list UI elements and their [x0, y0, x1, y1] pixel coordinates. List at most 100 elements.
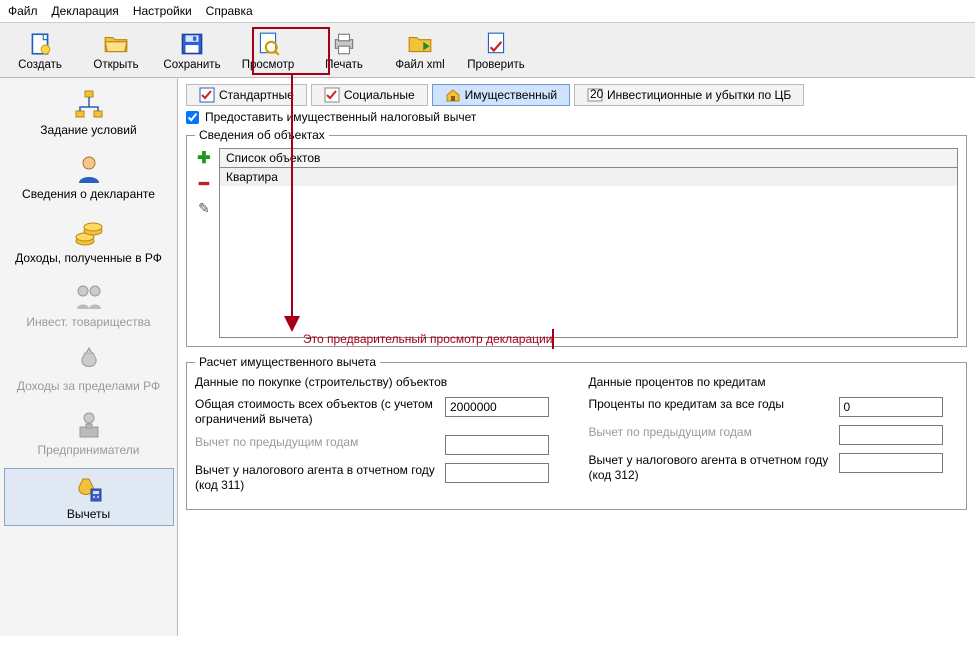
add-object-button[interactable]: ✚: [197, 148, 210, 168]
print-button[interactable]: Печать: [310, 29, 378, 73]
interest-input[interactable]: [839, 397, 943, 417]
svg-text:20...: 20...: [590, 87, 603, 101]
sidebar-label: Задание условий: [7, 123, 171, 137]
objects-list-row[interactable]: Квартира: [220, 168, 957, 186]
tab-label: Социальные: [344, 88, 415, 102]
coins-icon: [73, 217, 105, 249]
calc-interest-col: Данные процентов по кредитам Проценты по…: [589, 375, 959, 501]
save-label: Сохранить: [163, 59, 220, 71]
prev-years-interest-row: Вычет по предыдущим годам: [589, 425, 959, 445]
create-button[interactable]: Создать: [6, 29, 74, 73]
menu-file[interactable]: Файл: [8, 4, 38, 18]
annotation-text: Это предварительный просмотр декларации: [303, 328, 554, 349]
interest-row: Проценты по кредитам за все годы: [589, 397, 959, 417]
agent-311-input[interactable]: [445, 463, 549, 483]
xml-button[interactable]: Файл xml: [386, 29, 454, 73]
sidebar-label: Предприниматели: [7, 443, 171, 457]
provide-deduction-checkbox[interactable]: [186, 111, 199, 124]
xml-label: Файл xml: [395, 59, 444, 71]
new-file-icon: [27, 31, 53, 57]
sidebar-item-income-rf[interactable]: Доходы, полученные в РФ: [4, 212, 174, 270]
tax-calc-icon: [73, 473, 105, 505]
open-label: Открыть: [93, 59, 138, 71]
check-label: Проверить: [467, 59, 525, 71]
calc-purchase-col: Данные по покупке (строительству) объект…: [195, 375, 565, 501]
sidebar-label: Вычеты: [7, 507, 171, 521]
checklist-icon: [199, 87, 215, 103]
sidebar-item-invest-partnership[interactable]: Инвест. товарищества: [4, 276, 174, 334]
calc-interest-title: Данные процентов по кредитам: [589, 375, 959, 389]
preview-button[interactable]: Просмотр: [234, 29, 302, 73]
preview-label: Просмотр: [242, 59, 295, 71]
sidebar-label: Инвест. товарищества: [7, 315, 171, 329]
tab-label: Инвестиционные и убытки по ЦБ: [607, 88, 791, 102]
calc-legend: Расчет имущественного вычета: [195, 355, 380, 369]
prev-years-interest-label: Вычет по предыдущим годам: [589, 425, 829, 440]
objects-fieldset: Сведения об объектах ✚ ━ ✎ Список объект…: [186, 128, 967, 347]
toolbar: Создать Открыть Сохранить Просмотр Печат…: [0, 23, 975, 78]
agent-312-input[interactable]: [839, 453, 943, 473]
check-button[interactable]: Проверить: [462, 29, 530, 73]
menu-settings[interactable]: Настройки: [133, 4, 192, 18]
sidebar-label: Доходы, полученные в РФ: [7, 251, 171, 265]
sidebar-item-declarant[interactable]: Сведения о декларанте: [4, 148, 174, 206]
tab-standard[interactable]: Стандартные: [186, 84, 307, 106]
main-panel: Стандартные Социальные Имущественный 20.…: [178, 78, 975, 636]
tab-label: Имущественный: [465, 88, 557, 102]
prev-years-interest-input[interactable]: [839, 425, 943, 445]
agent-311-row: Вычет у налогового агента в отчетном год…: [195, 463, 565, 493]
tab-invest[interactable]: 20... Инвестиционные и убытки по ЦБ: [574, 84, 804, 106]
sidebar-item-entrepreneurs[interactable]: Предприниматели: [4, 404, 174, 462]
print-label: Печать: [325, 59, 363, 71]
agent-312-row: Вычет у налогового агента в отчетном год…: [589, 453, 959, 483]
tree-icon: [73, 89, 105, 121]
sidebar-item-conditions[interactable]: Задание условий: [4, 84, 174, 142]
check-doc-icon: [483, 31, 509, 57]
calendar-icon: 20...: [587, 87, 603, 103]
provide-deduction-label: Предоставить имущественный налоговый выч…: [205, 110, 476, 124]
xml-export-icon: [407, 31, 433, 57]
remove-object-button[interactable]: ━: [199, 174, 209, 194]
open-button[interactable]: Открыть: [82, 29, 150, 73]
menu-declaration[interactable]: Декларация: [52, 4, 119, 18]
sidebar-item-income-foreign[interactable]: Доходы за пределами РФ: [4, 340, 174, 398]
create-label: Создать: [18, 59, 62, 71]
floppy-icon: [179, 31, 205, 57]
tab-label: Стандартные: [219, 88, 294, 102]
sidebar-item-deductions[interactable]: Вычеты: [4, 468, 174, 526]
menu-bar: Файл Декларация Настройки Справка: [0, 0, 975, 23]
sidebar-label: Сведения о декларанте: [7, 187, 171, 201]
tab-property[interactable]: Имущественный: [432, 84, 570, 106]
person-icon: [73, 153, 105, 185]
printer-icon: [331, 31, 357, 57]
calc-purchase-title: Данные по покупке (строительству) объект…: [195, 375, 565, 389]
menu-help[interactable]: Справка: [206, 4, 253, 18]
house-icon: [445, 87, 461, 103]
calc-fieldset: Расчет имущественного вычета Данные по п…: [186, 355, 967, 510]
sidebar-label: Доходы за пределами РФ: [7, 379, 171, 393]
tab-social[interactable]: Социальные: [311, 84, 428, 106]
edit-object-button[interactable]: ✎: [198, 200, 210, 217]
total-cost-row: Общая стоимость всех объектов (с учетом …: [195, 397, 565, 427]
total-cost-input[interactable]: [445, 397, 549, 417]
objects-list[interactable]: Список объектов Квартира: [219, 148, 958, 338]
briefcase-person-icon: [73, 409, 105, 441]
moneybag-icon: [73, 345, 105, 377]
agent-312-label: Вычет у налогового агента в отчетном год…: [589, 453, 829, 483]
prev-years-label: Вычет по предыдущим годам: [195, 435, 435, 450]
provide-deduction-checkbox-row: Предоставить имущественный налоговый выч…: [186, 110, 967, 124]
preview-icon: [255, 31, 281, 57]
prev-years-purchase-row: Вычет по предыдущим годам: [195, 435, 565, 455]
workspace: Задание условий Сведения о декларанте До…: [0, 78, 975, 636]
agent-311-label: Вычет у налогового агента в отчетном год…: [195, 463, 435, 493]
handshake-icon: [73, 281, 105, 313]
sidebar: Задание условий Сведения о декларанте До…: [0, 78, 178, 636]
save-button[interactable]: Сохранить: [158, 29, 226, 73]
objects-legend: Сведения об объектах: [195, 128, 329, 142]
deduction-tabs: Стандартные Социальные Имущественный 20.…: [186, 84, 967, 106]
open-folder-icon: [103, 31, 129, 57]
objects-list-header: Список объектов: [220, 149, 957, 168]
total-cost-label: Общая стоимость всех объектов (с учетом …: [195, 397, 435, 427]
interest-label: Проценты по кредитам за все годы: [589, 397, 829, 412]
prev-years-purchase-input[interactable]: [445, 435, 549, 455]
